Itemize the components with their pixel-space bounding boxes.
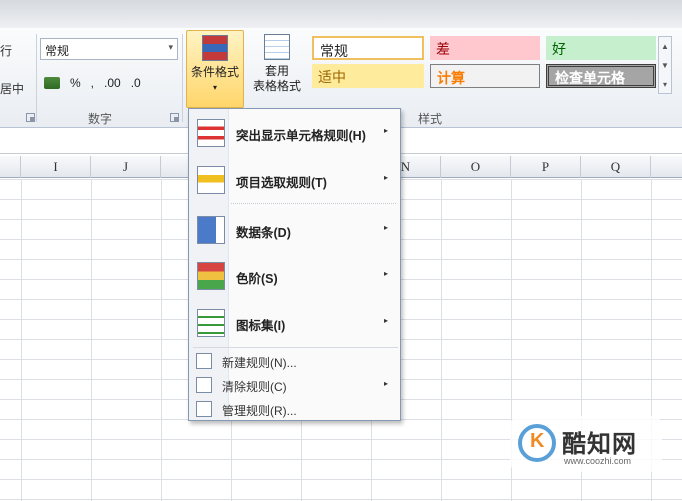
clear-rules-icon — [196, 377, 212, 393]
chevron-down-icon: ▾ — [212, 83, 217, 92]
submenu-arrow-icon: ▸ — [383, 379, 388, 388]
percent-style-button[interactable]: % — [70, 76, 81, 90]
cell-styles-gallery: 常规 差 好 适中 计算 检查单元格 — [312, 34, 658, 94]
submenu-arrow-icon: ▸ — [383, 173, 388, 182]
accounting-format-icon[interactable] — [44, 77, 60, 89]
column-header[interactable]: O — [441, 156, 511, 178]
new-rule-icon — [196, 353, 212, 369]
style-normal[interactable]: 常规 — [312, 36, 424, 60]
column-header[interactable]: J — [91, 156, 161, 178]
menu-item-label: 数据条(D) — [236, 226, 291, 240]
menu-item-color-scales[interactable]: 色阶(S) ▸ — [193, 257, 398, 295]
column-header[interactable]: I — [21, 156, 91, 178]
comma-style-button[interactable]: , — [91, 76, 94, 90]
style-good[interactable]: 好 — [546, 36, 656, 60]
submenu-arrow-icon: ▸ — [383, 223, 388, 232]
menu-item-top-bottom-rules[interactable]: 项目选取规则(T) ▸ — [193, 161, 398, 199]
submenu-arrow-icon: ▸ — [383, 316, 388, 325]
styles-group-label: 样式 — [418, 112, 443, 126]
column-header-partial[interactable] — [651, 156, 682, 178]
watermark-title: 酷知网 — [562, 431, 637, 458]
top-bottom-rules-icon — [197, 166, 225, 194]
menu-item-data-bars[interactable]: 数据条(D) ▸ — [193, 211, 398, 249]
watermark: 酷知网 www.coozhi.com — [510, 416, 662, 472]
column-header[interactable]: Q — [581, 156, 651, 178]
menu-item-highlight-cells-rules[interactable]: 突出显示单元格规则(H) ▸ — [193, 114, 398, 152]
format-as-table-button[interactable]: 套用 表格格式 — [246, 30, 308, 108]
data-bars-icon — [197, 216, 225, 244]
format-as-table-line2: 表格格式 — [252, 79, 301, 93]
watermark-url: www.coozhi.com — [564, 456, 632, 466]
menu-item-label: 新建规则(N)... — [222, 356, 297, 370]
color-scales-icon — [197, 262, 225, 290]
merge-center-button-stub[interactable]: 居中 — [0, 80, 24, 97]
coozhi-logo-icon — [518, 424, 556, 462]
menu-item-label: 突出显示单元格规则(H) — [236, 129, 366, 143]
menu-divider — [193, 347, 398, 348]
alignment-dialog-launcher[interactable] — [26, 113, 35, 122]
styles-gallery-scroll[interactable]: ▲ ▼ ▾ — [658, 36, 672, 94]
more-styles-icon[interactable]: ▾ — [659, 75, 671, 94]
submenu-arrow-icon: ▸ — [383, 269, 388, 278]
decrease-decimal-button[interactable]: .0 — [131, 76, 141, 90]
submenu-arrow-icon: ▸ — [383, 126, 388, 135]
column-header[interactable]: P — [511, 156, 581, 178]
icon-sets-icon — [197, 309, 225, 337]
menu-item-label: 清除规则(C) — [222, 380, 287, 394]
number-dialog-launcher[interactable] — [170, 113, 179, 122]
style-check-cell[interactable]: 检查单元格 — [546, 64, 656, 88]
increase-decimal-button[interactable]: .00 — [104, 76, 121, 90]
style-neutral[interactable]: 适中 — [312, 64, 424, 88]
group-separator — [36, 34, 37, 122]
menu-item-clear-rules[interactable]: 清除规则(C) ▸ — [193, 374, 398, 396]
number-group-label: 数字 — [88, 112, 113, 126]
conditional-formatting-label: 条件格式 — [190, 65, 239, 79]
scroll-down-icon[interactable]: ▼ — [659, 56, 671, 75]
conditional-formatting-icon — [202, 35, 228, 61]
format-as-table-icon — [264, 34, 290, 60]
highlight-rules-icon — [197, 119, 225, 147]
number-format-dropdown[interactable]: 常规 ▾ — [40, 38, 178, 60]
style-bad[interactable]: 差 — [430, 36, 540, 60]
conditional-formatting-menu: 突出显示单元格规则(H) ▸ 项目选取规则(T) ▸ 数据条(D) ▸ 色阶(S… — [188, 108, 401, 421]
menu-item-manage-rules[interactable]: 管理规则(R)... — [193, 398, 398, 420]
menu-item-label: 色阶(S) — [236, 272, 278, 286]
style-calculation[interactable]: 计算 — [430, 64, 540, 88]
menu-item-new-rule[interactable]: 新建规则(N)... — [193, 350, 398, 372]
window-top-bar — [0, 0, 682, 28]
menu-divider — [231, 203, 396, 204]
group-separator — [182, 34, 183, 122]
chevron-down-icon: ▾ — [168, 42, 173, 52]
scroll-up-icon[interactable]: ▲ — [659, 37, 671, 56]
wrap-text-button-stub[interactable]: 行 — [0, 42, 12, 59]
menu-item-label: 项目选取规则(T) — [236, 176, 327, 190]
number-format-value: 常规 — [45, 44, 70, 58]
format-as-table-line1: 套用 — [264, 64, 289, 78]
menu-item-icon-sets[interactable]: 图标集(I) ▸ — [193, 304, 398, 342]
menu-item-label: 管理规则(R)... — [222, 404, 297, 418]
manage-rules-icon — [196, 401, 212, 417]
corner-cell[interactable] — [0, 156, 21, 178]
menu-item-label: 图标集(I) — [236, 319, 286, 333]
number-format-buttons: % , .00 .0 — [44, 76, 141, 90]
conditional-formatting-button[interactable]: 条件格式 ▾ — [186, 30, 244, 108]
